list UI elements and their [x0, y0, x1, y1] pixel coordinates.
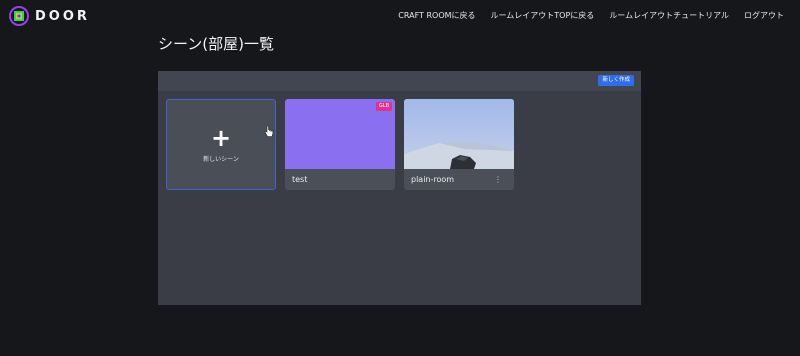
scene-name: test: [292, 175, 308, 184]
create-new-button[interactable]: 新しく作成: [598, 75, 634, 86]
scene-card-plain-room[interactable]: plain-room ⋮: [404, 99, 514, 190]
plus-icon: +: [210, 124, 232, 152]
nav-link-room-layout-tutorial[interactable]: ルームレイアウトチュートリアル: [609, 10, 729, 21]
top-navigation-bar: DOOR CRAFT ROOMに戻る ルームレイアウトTOPに戻る ルームレイア…: [0, 0, 800, 34]
scene-thumbnail: [404, 99, 514, 169]
nav-link-back-to-craft-room[interactable]: CRAFT ROOMに戻る: [398, 10, 475, 21]
scene-card-test[interactable]: GLB test: [285, 99, 395, 190]
door-logo-icon: [9, 6, 29, 26]
nav-link-back-to-room-layout-top[interactable]: ルームレイアウトTOPに戻る: [491, 10, 595, 21]
nav-links: CRAFT ROOMに戻る ルームレイアウトTOPに戻る ルームレイアウトチュー…: [383, 10, 784, 21]
glb-badge: GLB: [375, 102, 392, 111]
panel-header: 新しく作成: [158, 71, 641, 91]
nav-link-logout[interactable]: ログアウト: [744, 10, 784, 21]
scene-list-panel: 新しく作成 + 新しいシーン GLB test plain-room ⋮: [158, 71, 641, 305]
hand-pointer-icon: [264, 125, 274, 137]
page-title: シーン(部屋)一覧: [158, 35, 274, 53]
logo[interactable]: DOOR: [9, 6, 90, 26]
new-scene-label: 新しいシーン: [203, 156, 239, 163]
logo-text: DOOR: [35, 8, 90, 24]
scene-name: plain-room: [411, 175, 455, 184]
new-scene-card[interactable]: + 新しいシーン: [166, 99, 276, 190]
more-options-icon[interactable]: ⋮: [494, 175, 502, 184]
